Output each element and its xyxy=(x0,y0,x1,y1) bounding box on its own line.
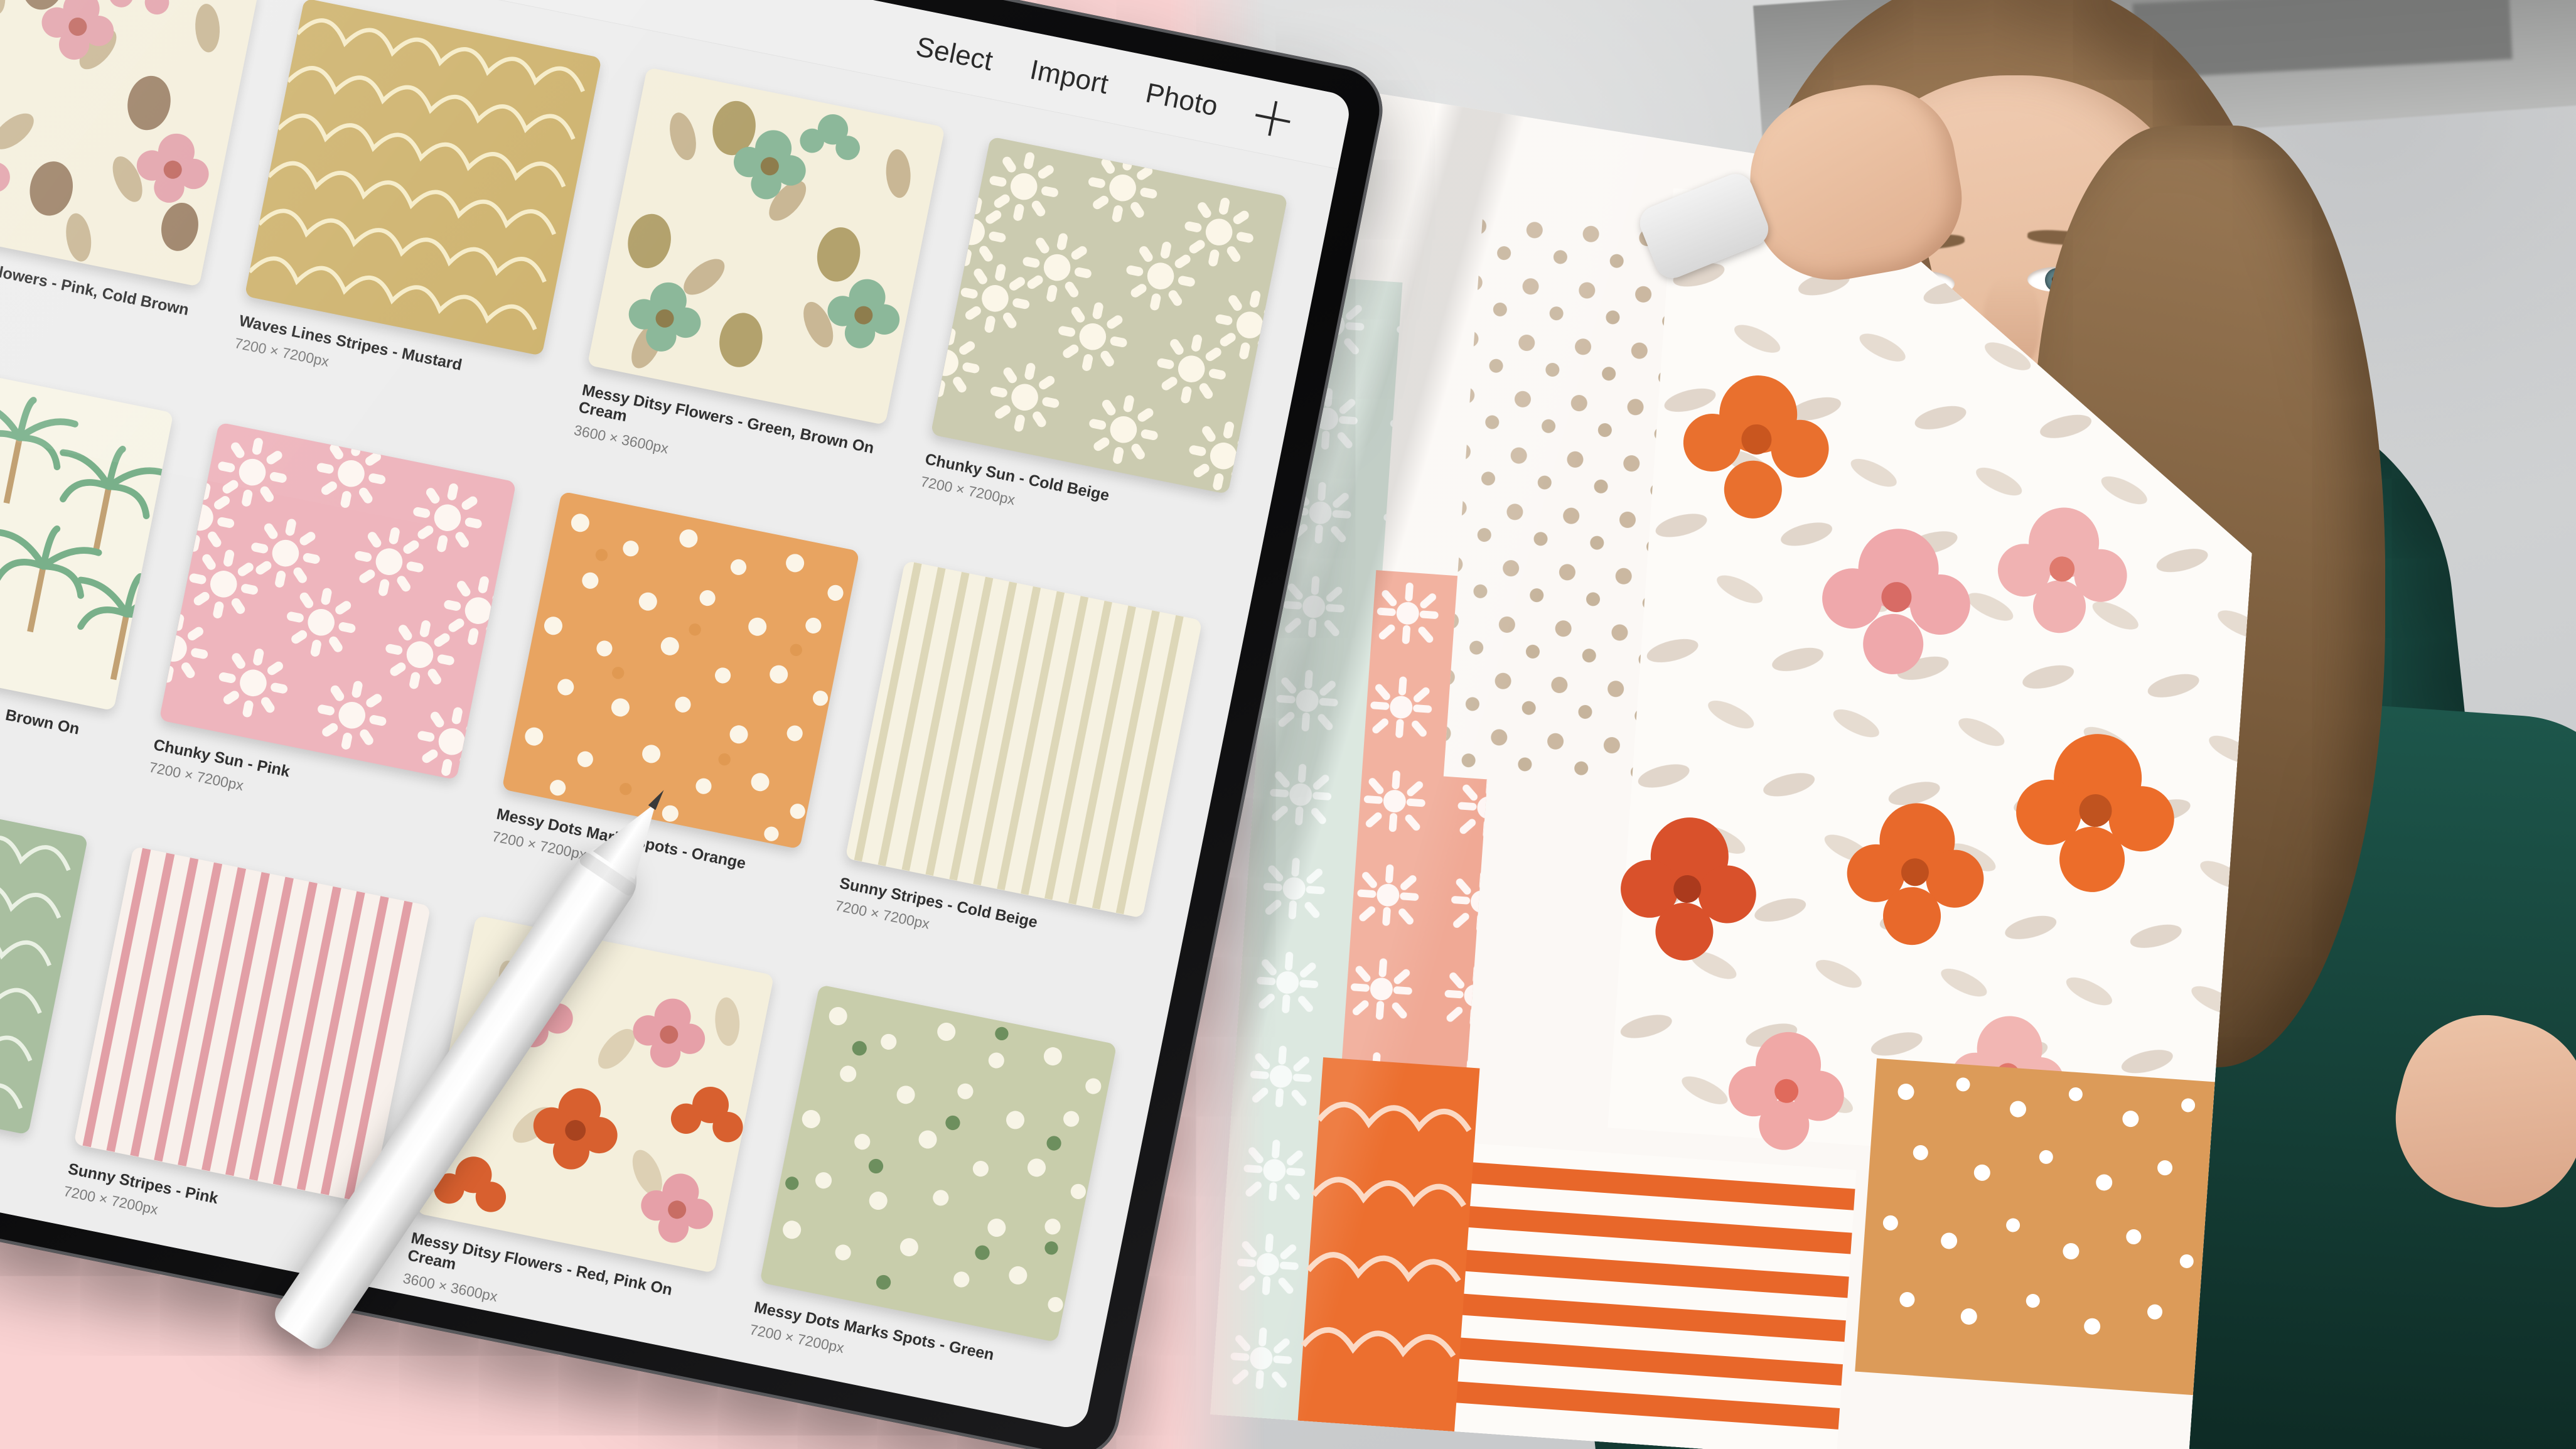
artwork-thumbnail[interactable] xyxy=(0,0,259,287)
pattern-dots-green-icon xyxy=(759,984,1117,1342)
gallery-item[interactable]: Waves Lines Stripes - Mustard 7200 × 720… xyxy=(230,0,602,429)
gallery-item[interactable]: Messy Ditsy Flowers - Pink, Cold Brown O… xyxy=(0,0,259,360)
pattern-palm-trees-icon xyxy=(0,353,173,711)
gallery-item[interactable]: Sunny Stripes - Cold Beige 7200 × 7200px xyxy=(830,560,1203,992)
artwork-thumbnail[interactable] xyxy=(0,353,174,711)
screenshot-root: Select Import Photo Flowers - Pink, Cold… xyxy=(0,0,2576,1449)
gallery-item[interactable]: Messy Dots Marks Spots - Orange 7200 × 7… xyxy=(487,491,860,922)
pattern-ditsy-pink-icon xyxy=(0,0,259,287)
pattern-sunny-stripes-beige-icon xyxy=(845,560,1203,918)
pattern-ditsy-green-icon xyxy=(587,67,945,425)
pattern-waves-mustard-icon xyxy=(244,0,602,356)
gallery-item[interactable]: Chunky Sun - Pink 7200 × 7200px xyxy=(144,422,517,853)
plus-icon[interactable] xyxy=(1252,97,1294,139)
artwork-thumbnail[interactable] xyxy=(759,984,1117,1342)
artwork-thumbnail[interactable] xyxy=(502,491,860,849)
stylus-tip-icon xyxy=(648,787,668,810)
photo-button[interactable]: Photo xyxy=(1143,77,1220,122)
artwork-thumbnail[interactable] xyxy=(587,67,945,425)
gallery-item[interactable]: Chunky Sun - Cold Beige 7200 × 7200px xyxy=(916,136,1288,568)
import-button[interactable]: Import xyxy=(1028,54,1111,100)
artwork-thumbnail[interactable] xyxy=(930,136,1288,494)
pattern-chunky-sun-beige-icon xyxy=(930,136,1288,494)
gallery-item[interactable]: Messy Ditsy Flowers - Green, Brown On Cr… xyxy=(572,67,945,498)
artwork-thumbnail[interactable] xyxy=(0,777,88,1135)
pattern-waves-green-icon xyxy=(0,777,88,1135)
artwork-thumbnail[interactable] xyxy=(845,560,1203,918)
artwork-thumbnail[interactable] xyxy=(244,0,602,356)
select-button[interactable]: Select xyxy=(913,31,996,77)
gallery-item[interactable]: Sunny Palm Trees- Green, Brown On Cream … xyxy=(0,353,174,784)
artwork-thumbnail[interactable] xyxy=(159,422,517,780)
pattern-dots-orange-icon xyxy=(502,491,860,849)
pattern-chunky-sun-pink-icon xyxy=(159,422,517,780)
gallery-item[interactable]: Messy Dots Marks Spots - Green 7200 × 72… xyxy=(744,984,1117,1416)
